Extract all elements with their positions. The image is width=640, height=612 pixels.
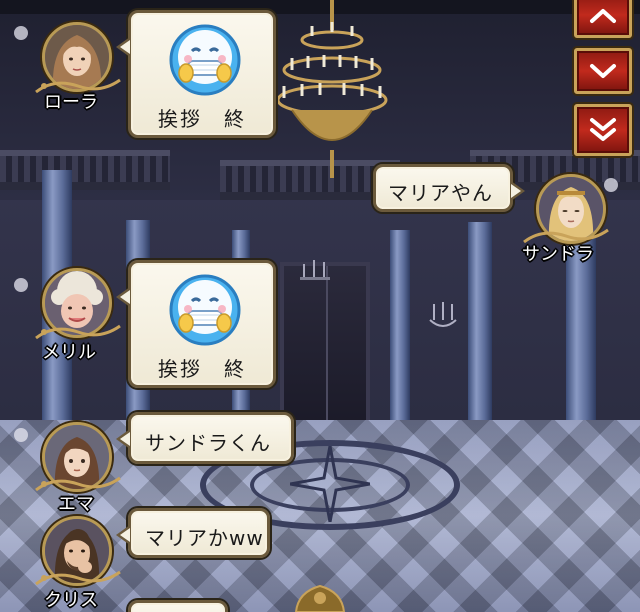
stamp-bubble: 挨拶 終 — [116, 10, 276, 138]
speaker-name: ローラ — [44, 92, 98, 113]
speech-bubble: マリアかww — [116, 508, 270, 558]
side-indicator-dot — [14, 26, 28, 40]
chat-message-laura: ローラ — [28, 18, 128, 118]
double-chevron-down-icon — [590, 118, 616, 141]
chevron-down-icon — [590, 64, 616, 78]
compass-star-icon — [290, 446, 370, 522]
speaker-name: エマ — [58, 494, 94, 515]
speech-bubble-partial — [128, 600, 228, 612]
pillar — [390, 230, 410, 440]
gold-ornament-icon — [294, 584, 346, 612]
scroll-to-bottom-button[interactable] — [574, 104, 632, 156]
speech-bubble: サンドラくん — [116, 412, 294, 464]
message-text: サンドラくん — [145, 431, 271, 455]
bubble-tail — [116, 287, 130, 307]
bubble-tail — [116, 429, 130, 449]
wall-sconce-icon — [300, 260, 330, 280]
side-indicator-dot — [14, 428, 28, 442]
chat-message-meryl: メリル — [28, 266, 128, 366]
chat-message-chris: クリス — [28, 514, 128, 612]
message-text: マリアかww — [145, 526, 264, 550]
side-indicator-dot — [14, 278, 28, 292]
vine-ornament-icon — [35, 570, 121, 586]
wall-sconce-icon — [429, 302, 457, 327]
scroll-down-button[interactable] — [574, 48, 632, 94]
bubble-tail — [116, 37, 130, 57]
scroll-up-button[interactable] — [574, 0, 632, 38]
chevron-up-icon — [590, 9, 616, 23]
smiling-masked-face-stamp-icon — [169, 274, 241, 346]
chat-message-sandra: サンドラ — [522, 172, 622, 272]
stamp-caption: 挨拶 終 — [158, 107, 246, 131]
double-door — [280, 262, 370, 432]
balcony-left — [0, 150, 170, 190]
bubble-tail — [116, 525, 130, 545]
chandelier-icon — [276, 0, 388, 178]
speaker-name: クリス — [44, 590, 98, 611]
message-text: マリアやん — [388, 181, 493, 205]
stamp-bubble: 挨拶 終 — [116, 260, 276, 388]
speaker-name: サンドラ — [522, 244, 594, 265]
speaker-name: メリル — [42, 342, 96, 363]
stamp-caption: 挨拶 終 — [158, 357, 246, 381]
smiling-masked-face-stamp-icon — [169, 24, 241, 96]
pillar — [468, 222, 492, 430]
chat-message-emma: エマ — [28, 420, 128, 520]
speech-bubble: マリアやん — [373, 164, 525, 212]
